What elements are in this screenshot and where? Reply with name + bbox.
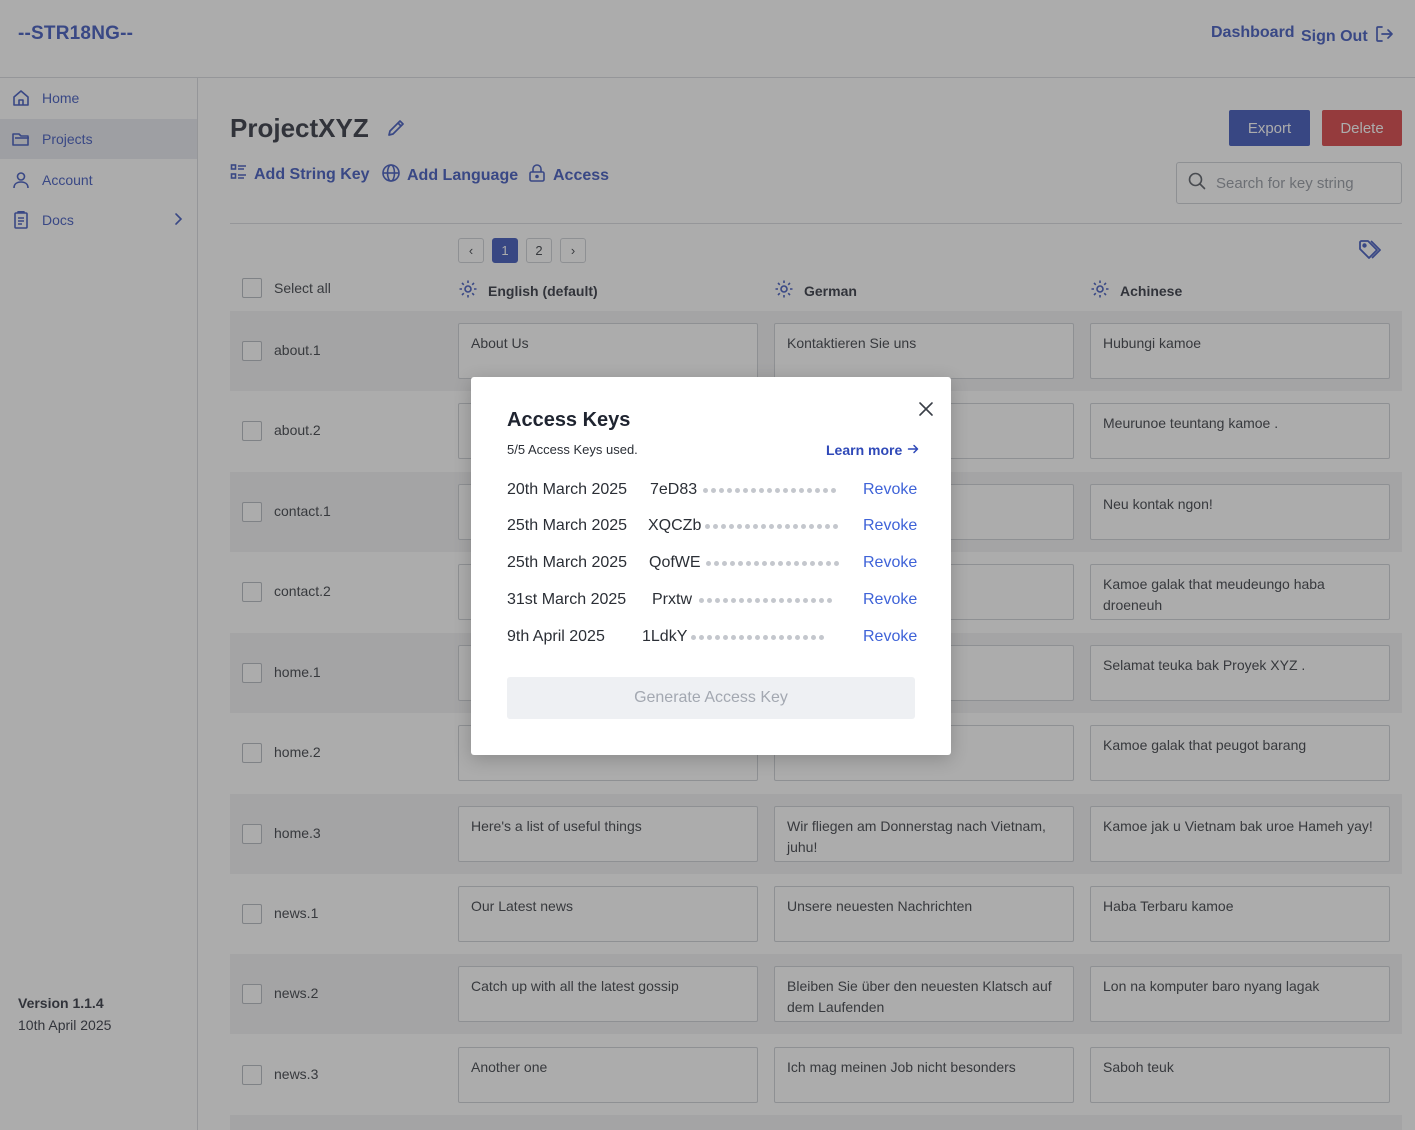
- access-key-date: 25th March 2025: [507, 517, 628, 534]
- revoke-button[interactable]: Revoke: [863, 517, 917, 535]
- access-key-row: 31st March 2025 Prxtw Revoke: [507, 589, 917, 613]
- revoke-button[interactable]: Revoke: [863, 591, 917, 609]
- learn-more-link[interactable]: Learn more: [826, 442, 919, 458]
- revoke-button[interactable]: Revoke: [863, 628, 917, 646]
- revoke-button[interactable]: Revoke: [863, 481, 917, 499]
- generate-access-key-button[interactable]: Generate Access Key: [507, 677, 915, 719]
- close-icon[interactable]: [917, 400, 935, 418]
- access-key-row: 9th April 2025 1LdkY Revoke: [507, 626, 917, 650]
- masked-key-dots: [703, 488, 836, 493]
- access-key-row: 25th March 2025 QofWE Revoke: [507, 552, 917, 576]
- access-key-prefix: Prxtw: [652, 591, 692, 608]
- access-key-prefix: 7eD83: [650, 481, 698, 498]
- learn-more-label: Learn more: [826, 442, 903, 458]
- access-key-row: 20th March 2025 7eD83 Revoke: [507, 479, 917, 503]
- masked-key-dots: [706, 561, 839, 566]
- access-key-prefix: QofWE: [649, 554, 701, 571]
- access-key-date: 9th April 2025: [507, 628, 605, 645]
- access-key-row: 25th March 2025 XQCZb Revoke: [507, 515, 917, 539]
- access-key-prefix: 1LdkY: [642, 628, 688, 645]
- arrow-right-icon: [907, 442, 919, 458]
- modal-title: Access Keys: [507, 409, 631, 431]
- revoke-button[interactable]: Revoke: [863, 554, 917, 572]
- access-key-usage: 5/5 Access Keys used.: [507, 442, 638, 457]
- masked-key-dots: [699, 598, 832, 603]
- access-key-date: 31st March 2025: [507, 591, 627, 608]
- masked-key-dots: [705, 524, 838, 529]
- access-keys-modal: Access Keys 5/5 Access Keys used. Learn …: [471, 377, 951, 755]
- masked-key-dots: [691, 635, 824, 640]
- access-key-date: 20th March 2025: [507, 481, 628, 498]
- access-key-prefix: XQCZb: [648, 517, 702, 534]
- access-key-date: 25th March 2025: [507, 554, 628, 571]
